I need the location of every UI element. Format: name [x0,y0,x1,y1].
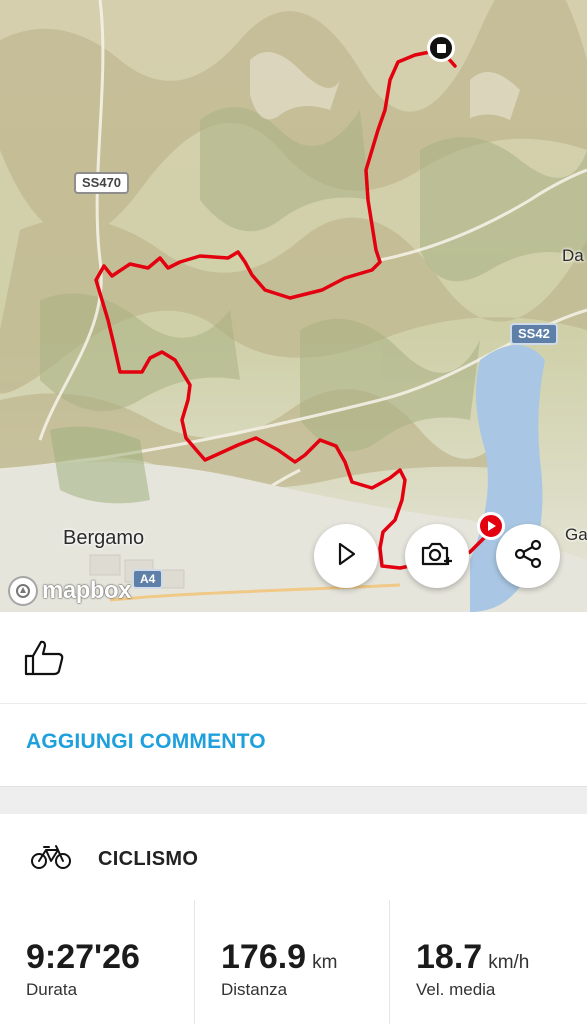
stat-avg-speed: 18.7 km/h Vel. media [390,900,585,1024]
stat-duration: 9:27'26 Durata [0,900,195,1024]
activity-type-label: CICLISMO [98,848,199,870]
stat-distance-label: Distanza [221,980,288,999]
camera-add-icon [420,540,454,573]
route-end-marker-icon [427,34,455,62]
route-start-marker-icon [477,512,505,540]
activity-header: CICLISMO [0,814,587,900]
thumbs-up-icon [22,640,66,682]
like-button[interactable] [22,638,68,682]
mapbox-wordmark: mapbox [42,577,132,604]
place-label-da: Da [562,246,584,265]
route-map[interactable]: SS470 SS42 A4 Bergamo Da Ga mapbox [0,0,587,612]
stat-duration-value: 9:27'26 [26,938,140,977]
stat-avg-speed-unit: km/h [488,952,530,973]
stat-duration-label: Durata [26,980,78,999]
stat-avg-speed-number: 18.7 [416,938,483,976]
road-label-ss470: SS470 [74,172,130,194]
mapbox-logo-icon [8,576,38,606]
add-photo-button[interactable] [405,524,469,588]
stat-distance: 176.9 km Distanza [195,900,390,1024]
activity-stats: 9:27'26 Durata 176.9 km Distanza 18.7 km/h… [0,900,587,1024]
like-section [0,612,587,704]
comment-section: AGGIUNGI COMMENTO [0,704,587,786]
bicycle-icon [30,844,72,875]
play-icon [333,541,359,572]
stat-avg-speed-label: Vel. media [416,980,496,999]
stat-duration-number: 9:27'26 [26,938,140,976]
road-label-a4: A4 [132,569,164,589]
section-divider [0,786,587,814]
stat-distance-unit: km [312,952,338,973]
share-button[interactable] [496,524,560,588]
stat-distance-value: 176.9 km [221,938,337,977]
add-comment-link[interactable]: AGGIUNGI COMMENTO [26,730,266,754]
stat-avg-speed-value: 18.7 km/h [416,938,529,977]
share-icon [512,538,544,575]
road-label-ss42: SS42 [510,323,558,345]
mapbox-attribution[interactable]: mapbox [8,574,132,608]
play-route-button[interactable] [314,524,378,588]
place-label-bergamo: Bergamo [63,527,145,549]
stat-distance-number: 176.9 [221,938,307,976]
place-label-ga: Ga [565,525,587,544]
